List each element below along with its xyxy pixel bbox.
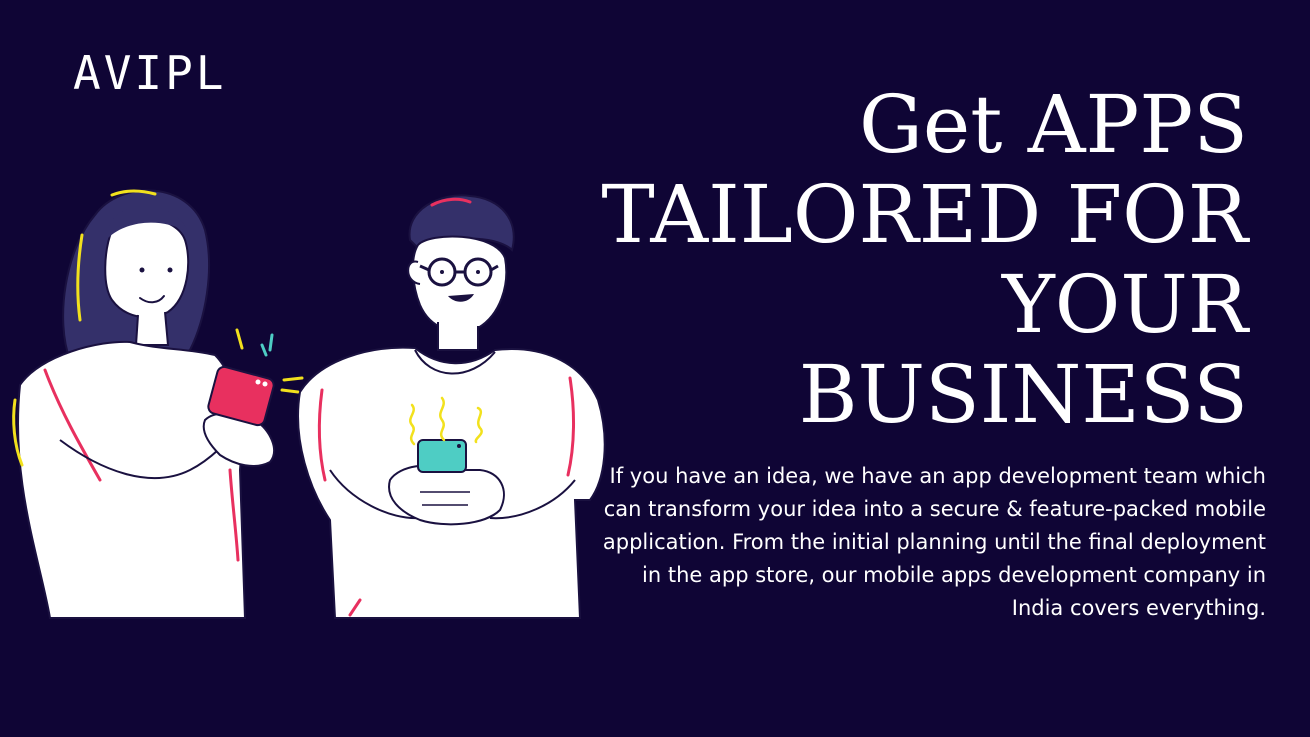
headline-line-1: Get APPS	[858, 78, 1248, 171]
woman-figure	[12, 189, 304, 619]
people-with-phones-illustration	[12, 189, 606, 619]
teal-phone-icon	[417, 439, 467, 473]
brand-logo[interactable]: AVIPL	[73, 50, 226, 96]
hero-description: If you have an idea, we have an app deve…	[602, 464, 1266, 620]
woman-shirt	[17, 340, 247, 619]
man-face	[412, 235, 508, 333]
man-figure	[297, 194, 606, 619]
